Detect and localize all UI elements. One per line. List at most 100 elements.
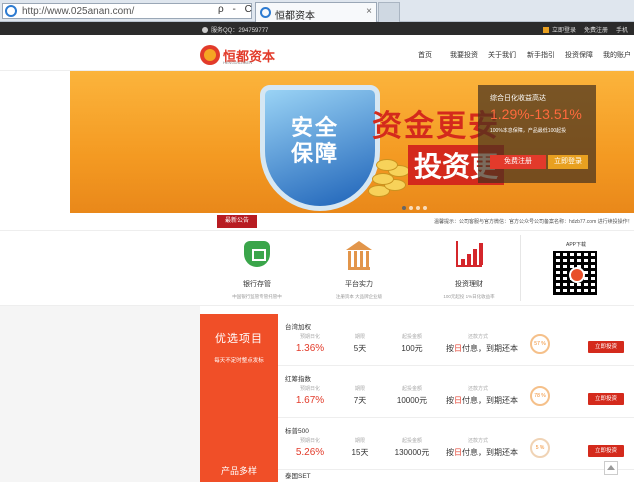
promo-subtitle: 每天不定时整点发标 (214, 358, 264, 364)
rate-key: 预期日化 (299, 334, 320, 340)
product-term: 5天 (353, 344, 367, 353)
product-name[interactable]: 泰国SET (285, 470, 311, 480)
user-icon (542, 27, 549, 33)
nav-home[interactable]: 首页 (418, 50, 450, 60)
repay-key: 还款方式 (467, 334, 488, 340)
search-refresh-icons[interactable]: ρ - C (218, 4, 255, 15)
qq-contact: 服务QQ：294759777 (202, 25, 268, 34)
address-bar[interactable]: http://www.025anan.com/ (2, 3, 252, 19)
bar-chart-icon (456, 241, 483, 267)
product-amount: 10000元 (396, 396, 428, 405)
feature-bank-custody[interactable]: 银行存管 中国银行监管专管托管中 (207, 241, 307, 300)
product-term: 15天 (351, 448, 369, 457)
new-tab-button[interactable] (378, 2, 400, 22)
promo-title: 优选项目 (215, 333, 263, 345)
free-register-button[interactable]: 免费注册 (490, 155, 546, 169)
invest-button[interactable]: 立即投资 (588, 393, 624, 405)
app-download[interactable]: APP下载 (553, 241, 599, 295)
carousel-dots[interactable] (402, 206, 427, 210)
nav-invest[interactable]: 我要投资 (450, 50, 488, 60)
rate-panel: 综合日化收益高达 1.29%-13.51% 100%本息保障，产品最低100起投… (478, 85, 596, 183)
progress-ring: 5 % (530, 438, 550, 458)
tab-title: 恒都资本 (275, 11, 315, 22)
qq-icon (202, 27, 208, 33)
product-amount: 130000元 (394, 448, 430, 457)
qq-number: 294759777 (238, 28, 269, 34)
product-amount: 100元 (401, 344, 423, 353)
product-row[interactable]: 台湾加权 预期日化 1.36% 期限 5天 起投金额 100元 还款方式 按日付息，到期… (278, 314, 634, 366)
product-row[interactable]: 红筹指数 预期日化 1.67% 期限 7天 起投金额 10000元 还款方式按日付息，… (278, 366, 634, 418)
nav-about[interactable]: 关于我们 (488, 50, 527, 60)
promo-lower-title: 产品多样 (220, 466, 257, 476)
nav-account[interactable]: 我的账户 (603, 50, 633, 60)
logo-mark-icon (200, 45, 220, 65)
invest-button[interactable]: 立即投资 (588, 341, 624, 353)
rate-value: 1.29%-13.51% (490, 106, 582, 122)
amount-key: 起投金额 (401, 386, 422, 392)
rate-key: 预期日化 (299, 438, 320, 444)
promo-panel: 优选项目 每天不定时整点发标 产品多样 (200, 314, 278, 482)
feature-sub: 注册资本 大品牌企业级 (335, 294, 383, 299)
ie-icon (5, 5, 17, 17)
repay-key: 还款方式 (467, 438, 488, 444)
top-links: 立即登录 免费注册 手机 (542, 25, 628, 34)
bank-shield-icon (244, 241, 270, 267)
login-link[interactable]: 立即登录 (542, 25, 576, 34)
amount-key: 起投金额 (401, 438, 422, 444)
register-link[interactable]: 免费注册 (584, 25, 608, 34)
rate-description: 100%本息保障，产品最低100起投 (490, 128, 567, 134)
product-name[interactable]: 台湾加权 (285, 321, 311, 331)
product-name[interactable]: 标普500 (285, 425, 309, 435)
top-bar: 服务QQ：294759777 立即登录 免费注册 手机 (0, 22, 634, 35)
term-key: 期限 (354, 386, 365, 392)
building-icon (346, 241, 372, 270)
login-button[interactable]: 立即登录 (548, 155, 588, 169)
term-key: 期限 (354, 334, 365, 340)
product-row[interactable]: 标普500 预期日化 5.26% 期限 15天 起投金额 130000元 还款方式按日… (278, 418, 634, 470)
progress-ring: 78 % (530, 386, 550, 406)
qq-label: 服务QQ： (211, 28, 239, 34)
browser-chrome: http://www.025anan.com/ ρ - C 恒都资本 × (0, 0, 634, 22)
invest-button[interactable]: 立即投资 (588, 445, 624, 457)
feature-name: 投资理财 (455, 281, 483, 288)
feature-name: 平台实力 (345, 281, 373, 288)
tab-close-icon[interactable]: × (366, 6, 372, 17)
back-to-top-button[interactable] (604, 461, 618, 475)
term-key: 期限 (354, 438, 365, 444)
rate-key: 预期日化 (299, 386, 320, 392)
repay-key: 还款方式 (467, 386, 488, 392)
shield-text: 安全保障 (290, 115, 339, 166)
notice-bar: 最新公告 温馨提示：公司客服与官方微信：官方公众号公司备案名称：hdzb77.c… (0, 213, 634, 231)
left-spacer (0, 306, 200, 482)
qr-code-icon (553, 251, 597, 295)
app-download-label: APP下载 (565, 242, 586, 248)
nav-security[interactable]: 投资保障 (565, 50, 603, 60)
product-term: 7天 (353, 396, 367, 405)
product-rate: 1.36% (295, 343, 325, 354)
notice-text[interactable]: 温馨提示：公司客服与官方微信：官方公众号公司备案名称：hdzb77.com 进行… (434, 218, 633, 225)
product-repay: 按日付息，到期还本 (446, 396, 518, 405)
product-name[interactable]: 红筹指数 (285, 373, 311, 383)
product-rate: 1.67% (295, 395, 325, 406)
browser-tab[interactable]: 恒都资本 × (255, 2, 377, 22)
address-url[interactable]: http://www.025anan.com/ (22, 6, 134, 17)
product-list: 台湾加权 预期日化 1.36% 期限 5天 起投金额 100元 还款方式 按日付息，到期… (278, 314, 634, 482)
mobile-link[interactable]: 手机 (616, 25, 628, 34)
rate-label: 综合日化收益高达 (490, 95, 546, 102)
site-header: 恒都资本 HENGDUZIBEN 首页 我要投资 关于我们 新手指引 投资保障 … (0, 35, 634, 71)
progress-ring: 57 % (530, 334, 550, 354)
main-nav: 首页 我要投资 关于我们 新手指引 投资保障 我的账户 (418, 50, 633, 60)
feature-sub: 100元起投 1%日化收益率 (443, 294, 495, 299)
product-repay: 按日付息，到期还本 (446, 344, 518, 353)
favicon-icon (260, 7, 271, 18)
feature-investment[interactable]: 投资理财 100元起投 1%日化收益率 (419, 241, 519, 300)
nav-guide[interactable]: 新手指引 (527, 50, 565, 60)
feature-name: 银行存管 (243, 281, 271, 288)
notice-tag[interactable]: 最新公告 (217, 215, 257, 228)
feature-platform-strength[interactable]: 平台实力 注册资本 大品牌企业级 (309, 241, 409, 300)
features-section: 银行存管 中国银行监管专管托管中 平台实力 注册资本 大品牌企业级 投资理财 1… (0, 231, 634, 306)
logo-subtext: HENGDUZIBEN (223, 60, 253, 65)
product-rate: 5.26% (295, 447, 325, 458)
feature-sub: 中国银行监管专管托管中 (232, 294, 282, 299)
product-repay: 按日付息，到期还本 (446, 448, 518, 457)
